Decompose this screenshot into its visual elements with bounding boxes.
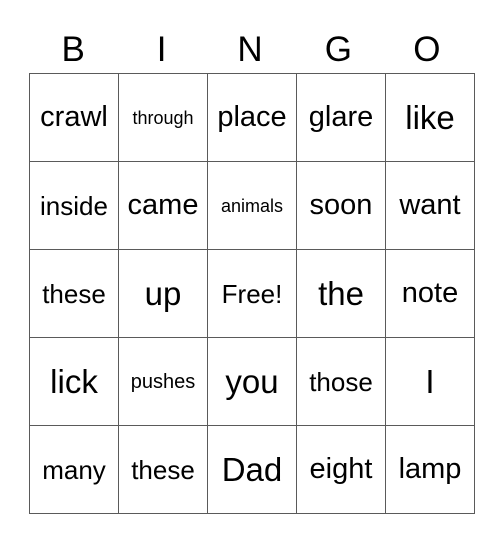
header-letter-i: I <box>156 30 167 69</box>
header-letter-b: B <box>61 30 85 69</box>
bingo-cell[interactable]: animals <box>207 161 297 250</box>
bingo-cell[interactable]: many <box>29 425 119 514</box>
header-letter-o: O <box>413 30 441 69</box>
bingo-cell[interactable]: want <box>385 161 475 250</box>
bingo-header: B I N G O <box>29 28 471 72</box>
bingo-row: inside came animals soon want <box>29 161 475 250</box>
header-letter-g: G <box>324 30 353 69</box>
bingo-cell[interactable]: I <box>385 337 475 426</box>
bingo-cell[interactable]: lamp <box>385 425 475 514</box>
bingo-cell[interactable]: glare <box>296 73 386 162</box>
bingo-row: many these Dad eight lamp <box>29 425 475 514</box>
bingo-cell[interactable]: eight <box>296 425 386 514</box>
header-letter-n: N <box>237 30 263 69</box>
bingo-cell[interactable]: note <box>385 249 475 338</box>
bingo-cell[interactable]: up <box>118 249 208 338</box>
bingo-cell[interactable]: soon <box>296 161 386 250</box>
bingo-cell[interactable]: crawl <box>29 73 119 162</box>
bingo-cell[interactable]: came <box>118 161 208 250</box>
bingo-cell[interactable]: like <box>385 73 475 162</box>
bingo-cell[interactable]: these <box>29 249 119 338</box>
bingo-cell[interactable]: Dad <box>207 425 297 514</box>
bingo-row: crawl through place glare like <box>29 73 475 162</box>
bingo-cell[interactable]: pushes <box>118 337 208 426</box>
bingo-cell[interactable]: lick <box>29 337 119 426</box>
bingo-row: lick pushes you those I <box>29 337 475 426</box>
bingo-cell[interactable]: inside <box>29 161 119 250</box>
bingo-cell[interactable]: you <box>207 337 297 426</box>
bingo-cell[interactable]: place <box>207 73 297 162</box>
bingo-cell[interactable]: through <box>118 73 208 162</box>
free-space-cell[interactable]: Free! <box>207 249 297 338</box>
bingo-cell[interactable]: those <box>296 337 386 426</box>
bingo-card-grid: crawl through place glare like inside came anim… <box>29 73 475 514</box>
bingo-cell[interactable]: the <box>296 249 386 338</box>
bingo-row: these up Free! the note <box>29 249 475 338</box>
bingo-cell[interactable]: these <box>118 425 208 514</box>
